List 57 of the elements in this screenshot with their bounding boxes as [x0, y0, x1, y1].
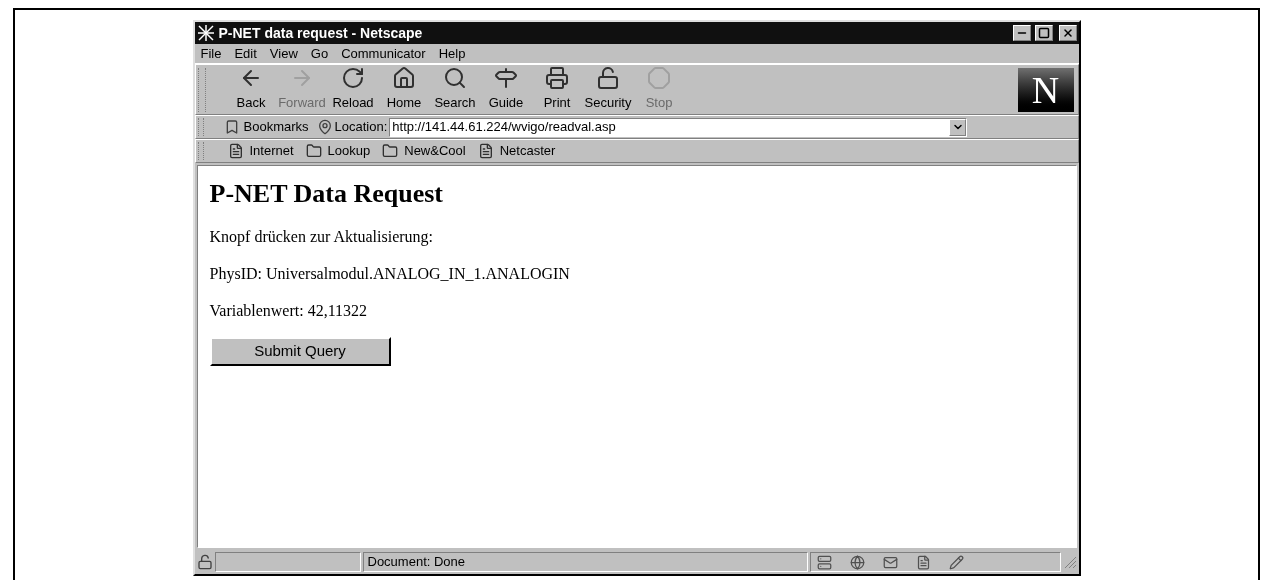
padlock-icon: [596, 66, 620, 91]
reload-icon: [341, 66, 365, 91]
minimize-button[interactable]: [1012, 25, 1031, 41]
search-icon: [443, 66, 467, 91]
app-icon: [196, 24, 215, 42]
menu-item[interactable]: Go: [310, 43, 329, 64]
stop-icon: [647, 66, 671, 91]
menu-item[interactable]: Edit: [234, 43, 257, 64]
bookmark-link[interactable]: New&Cool: [382, 141, 466, 161]
pencil-icon: [948, 554, 964, 570]
page-icon: [227, 143, 244, 159]
location-label: Location:: [334, 118, 388, 137]
bookmark-link[interactable]: Lookup: [305, 141, 371, 161]
menu-item[interactable]: Help: [438, 43, 466, 64]
printer-icon: [545, 66, 569, 91]
toolbar-grip[interactable]: [197, 67, 206, 112]
padlock-icon: [196, 554, 213, 570]
menu-item[interactable]: Communicator: [341, 43, 426, 64]
bookmarks-button[interactable]: Bookmarks: [223, 117, 309, 137]
url-field[interactable]: http://141.44.61.224/wvigo/readval.asp: [389, 117, 968, 137]
toolbar-button[interactable]: Search: [429, 66, 481, 113]
status-text: Document: Done: [362, 552, 808, 572]
mail-icon: [882, 554, 898, 570]
globe-icon: [849, 554, 865, 570]
toolbar-button[interactable]: Home: [378, 66, 430, 113]
window-title: P-NET data request - Netscape: [218, 23, 423, 43]
bookmark-link[interactable]: Internet: [227, 141, 294, 161]
page-icon: [915, 554, 931, 570]
maximize-button[interactable]: [1034, 25, 1053, 41]
dropdown-button[interactable]: [949, 118, 967, 136]
page-heading: P-NET Data Request: [209, 178, 445, 210]
toolbar-button[interactable]: Reload: [327, 66, 379, 113]
list-icon: [816, 554, 832, 570]
toolbar-button[interactable]: Guide: [480, 66, 532, 113]
toolbar-grip[interactable]: [197, 118, 204, 136]
signpost-icon: [494, 66, 518, 91]
maximize-icon: [1037, 27, 1050, 39]
toolbar-grip[interactable]: [197, 142, 204, 160]
page-icon: [477, 143, 494, 159]
resize-grip-icon: [1062, 555, 1077, 569]
page-text: Variablenwert: 42,11322: [209, 301, 369, 321]
logo: N: [1017, 67, 1074, 112]
toolbar-button[interactable]: Security: [582, 66, 634, 113]
location-icon: [316, 119, 333, 135]
folder-icon: [305, 143, 322, 159]
toolbar-button[interactable]: Back: [225, 66, 277, 113]
page-text: Knopf drücken zur Aktualisierung:: [209, 227, 434, 247]
close-icon: [1061, 27, 1074, 39]
folder-icon: [382, 143, 399, 159]
close-button[interactable]: [1058, 25, 1077, 41]
menu-item[interactable]: View: [269, 43, 298, 64]
menu-item[interactable]: File: [200, 43, 222, 64]
submit-button[interactable]: Submit Query: [209, 337, 391, 366]
home-icon: [392, 66, 416, 91]
bookmark-link[interactable]: Netcaster: [477, 141, 556, 161]
toolbar-button[interactable]: Print: [531, 66, 583, 113]
page-text: PhysID: Universalmodul.ANALOG_IN_1.ANALOGIN: [209, 264, 571, 284]
